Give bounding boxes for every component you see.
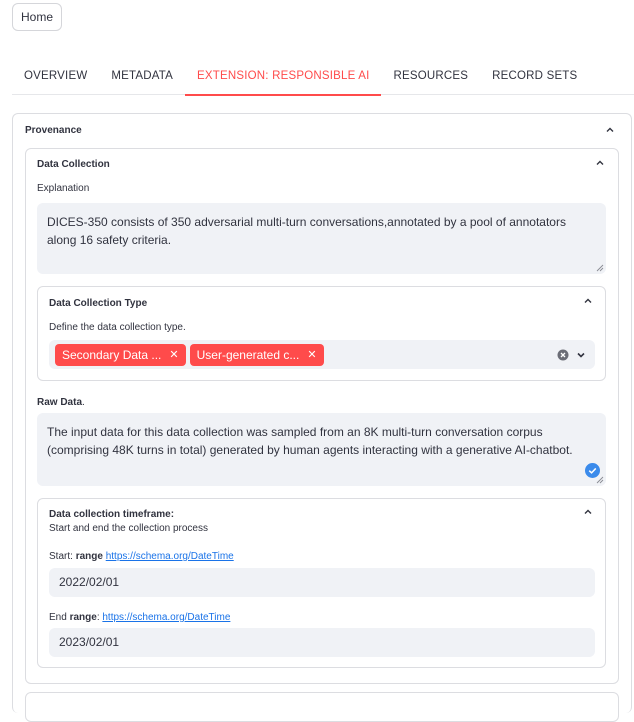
data-collection-type-multiselect[interactable]: Secondary Data ... ✕ User-generated c... ✕ [49,340,595,369]
tab-record-sets[interactable]: RECORD SETS [480,64,589,95]
end-date-input[interactable]: 2023/02/01 [49,628,595,657]
tab-resources[interactable]: RESOURCES [381,64,480,95]
raw-data-label-text: Raw Data [37,397,83,408]
explanation-text: DICES-350 consists of 350 adversarial mu… [47,215,566,247]
chevron-up-icon[interactable] [583,507,593,517]
tab-extension-responsible-ai[interactable]: EXTENSION: RESPONSIBLE AI [185,64,382,96]
tag-label: Secondary Data ... [62,347,162,362]
end-range-bold: range [69,612,97,623]
start-date-value: 2022/02/01 [59,575,120,589]
raw-data-textarea[interactable]: The input data for this data collection … [37,413,606,486]
end-date-value: 2023/02/01 [59,635,120,649]
timeframe-subtitle: Start and end the collection process [49,523,208,534]
clear-all-icon[interactable] [557,349,569,361]
end-schema-link[interactable]: https://schema.org/DateTime [102,612,230,623]
explanation-textarea[interactable]: DICES-350 consists of 350 adversarial mu… [37,203,606,274]
tag-user-generated[interactable]: User-generated c... ✕ [189,343,324,366]
next-expander [25,692,619,722]
data-collection-header[interactable]: Data Collection [37,159,110,170]
provenance-header[interactable]: Provenance [25,125,82,136]
raw-data-label: Raw Data. [37,397,85,408]
start-date-input[interactable]: 2022/02/01 [49,568,595,597]
explanation-label: Explanation [37,183,90,194]
resize-handle-icon[interactable] [596,264,604,272]
chevron-up-icon[interactable] [595,158,605,168]
chevron-down-icon[interactable] [576,350,586,360]
resize-handle-icon[interactable] [596,476,604,484]
start-schema-link[interactable]: https://schema.org/DateTime [106,551,234,562]
timeframe-header[interactable]: Data collection timeframe: [49,509,174,520]
data-collection-type-label: Define the data collection type. [49,322,186,333]
raw-data-label-suffix: . [82,397,85,408]
tab-overview[interactable]: OVERVIEW [12,64,99,95]
chevron-up-icon[interactable] [605,125,615,135]
tag-secondary-data[interactable]: Secondary Data ... ✕ [55,343,186,366]
tab-bar: OVERVIEW METADATA EXTENSION: RESPONSIBLE… [12,64,634,96]
data-collection-type-header[interactable]: Data Collection Type [49,298,147,309]
tag-label: User-generated c... [196,347,300,362]
close-icon[interactable]: ✕ [169,346,178,364]
start-range-bold: range [75,551,103,562]
tab-metadata[interactable]: METADATA [99,64,185,95]
raw-data-text: The input data for this data collection … [47,425,573,457]
close-icon[interactable]: ✕ [307,346,316,364]
chevron-up-icon[interactable] [583,296,593,306]
start-prefix: Start: [49,551,76,562]
start-label: Start: range https://schema.org/DateTime [49,551,234,562]
home-button[interactable]: Home [12,3,63,31]
end-prefix: End [49,612,70,623]
end-label: End range: https://schema.org/DateTime [49,612,230,623]
